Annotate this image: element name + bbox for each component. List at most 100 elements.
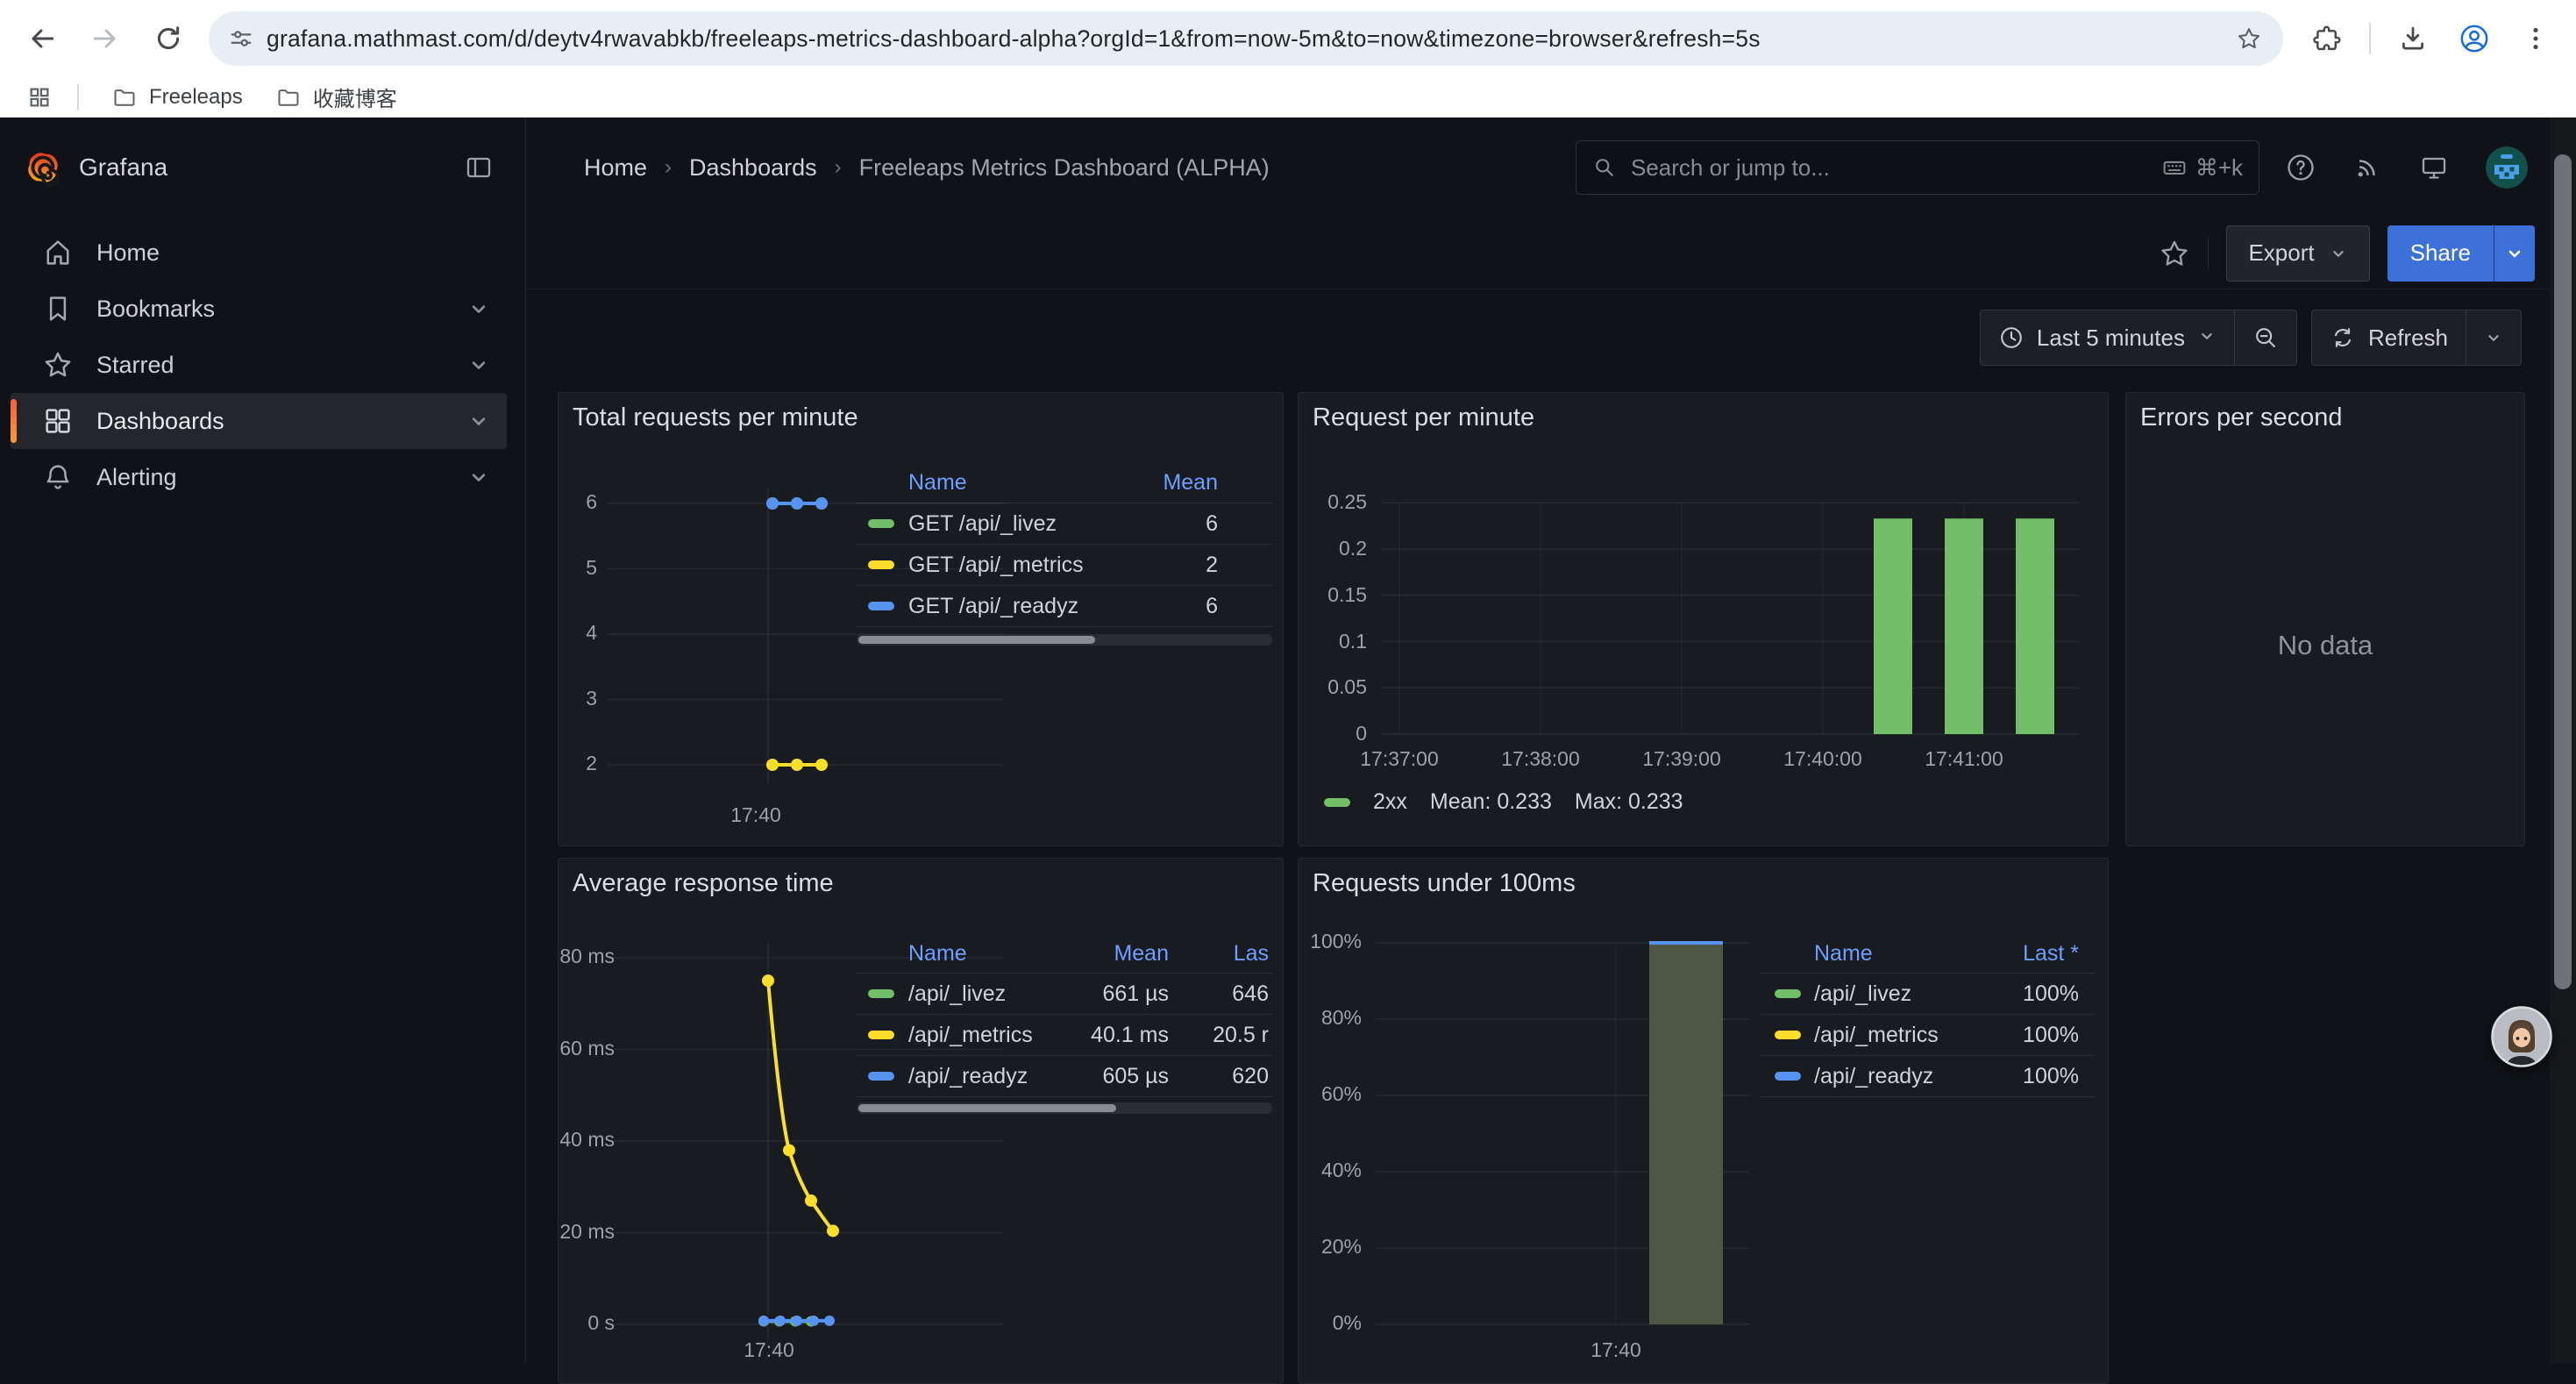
legend-value: 620 [1232,1059,1269,1094]
dashboard-toolbar: Export Share [526,218,2576,289]
legend-col[interactable]: Last * [2023,938,2079,969]
legend-series-name: /api/_metrics [1814,1017,1939,1052]
search-icon [1592,155,1617,180]
assistant-avatar[interactable] [2490,1005,2553,1068]
legend-col[interactable]: Las [1234,938,1269,969]
chart-request-per-minute[interactable]: 0.250.20.150.10.05017:37:0017:38:0017:39… [1299,393,2108,845]
legend-series-name: GET /api/_metrics [908,547,1084,582]
legend-item[interactable]: /api/_livez661 µs646 [857,976,1272,1011]
x-tick-label: 17:38:00 [1466,747,1615,771]
chevron-down-icon [466,409,491,433]
chevron-down-icon [2329,244,2348,263]
series-swatch [1775,1031,1801,1039]
bookmarks-divider [77,84,79,111]
chevron-down-icon [466,353,491,377]
legend-scrollbar[interactable] [857,634,1272,646]
sidebar-item-home[interactable]: Home [11,225,507,281]
export-button[interactable]: Export [2226,225,2369,282]
favorite-star-icon[interactable] [2159,238,2190,269]
legend-item[interactable]: GET /api/_readyz6 [857,589,1272,624]
legend-col-name[interactable]: Name [1814,938,1873,969]
panel-request-per-minute: Request per minute 0.250.20.150.10.05017… [1298,392,2109,846]
legend-separator [857,1055,1272,1056]
legend-separator [857,973,1272,974]
page-scrollbar[interactable] [2550,118,2576,1363]
y-tick-label: 0 [1299,722,1367,746]
legend-item-2xx[interactable]: 2xx Mean: 0.233 Max: 0.233 [1324,789,1683,815]
site-info-icon[interactable] [228,25,254,52]
legend-value: 100% [2023,976,2079,1011]
dock-sidebar-icon[interactable] [464,153,494,182]
refresh-button[interactable]: Refresh [2312,310,2466,365]
y-tick-label: 60 ms [559,1037,615,1060]
legend-col[interactable]: Mean [1163,467,1218,498]
legend-value: 40.1 ms [1091,1017,1169,1052]
help-icon[interactable] [2286,153,2316,182]
refresh-interval-dropdown[interactable] [2466,310,2521,365]
rss-icon[interactable] [2352,153,2382,182]
series-swatch [1775,1072,1801,1081]
legend-scrollbar[interactable] [857,1102,1272,1114]
forward-icon[interactable] [86,19,125,58]
back-icon[interactable] [23,19,61,58]
legend-series-name: /api/_livez [908,976,1006,1011]
breadcrumb-home[interactable]: Home [584,154,647,182]
profile-icon[interactable] [2455,19,2494,58]
downloads-icon[interactable] [2394,19,2432,58]
panel-total-requests-per-minute: Total requests per minute 6543217:40 Nam… [558,392,1284,846]
user-avatar[interactable] [2486,146,2528,189]
legend-item[interactable]: /api/_readyz605 µs620 [857,1059,1272,1094]
y-tick-label: 0.1 [1299,630,1367,653]
bookmark-folder-blogs[interactable]: 收藏博客 [276,82,397,112]
sidebar-item-dashboards[interactable]: Dashboards [11,393,507,449]
bookmark-star-icon[interactable] [2236,25,2262,52]
y-tick-label: 20 ms [559,1220,615,1244]
bookmark-icon [42,293,74,325]
legend-item[interactable]: GET /api/_metrics2 [857,547,1272,582]
panel-title[interactable]: Errors per second [2140,403,2343,432]
y-tick-label: 6 [559,490,597,514]
legend-item[interactable]: /api/_livez 100% [1761,976,2095,1011]
time-range-picker[interactable]: Last 5 minutes [1981,310,2234,365]
star-icon [42,349,74,381]
sidebar-item-bookmarks[interactable]: Bookmarks [11,281,507,337]
legend-item[interactable]: /api/_readyz100% [1761,1059,2095,1094]
legend-header: Name Mean Las [857,938,1272,969]
address-bar[interactable]: grafana.mathmast.com/d/deytv4rwavabkb/fr… [209,11,2283,66]
x-tick-label: 17:37:00 [1325,747,1474,771]
bookmark-folder-freeleaps[interactable]: Freeleaps [112,85,243,110]
grafana-header: Home › Dashboards › Freeleaps Metrics Da… [526,118,2576,218]
legend-col-name[interactable]: Name [908,938,967,969]
legend-col-name[interactable]: Name [908,467,967,498]
extensions-icon[interactable] [2308,19,2346,58]
apps-grid-icon[interactable] [26,84,53,111]
legend-series-name: /api/_metrics [908,1017,1033,1052]
menu-kebab-icon[interactable] [2516,19,2555,58]
legend-separator [857,544,1272,545]
legend-separator [857,585,1272,586]
legend-scrollbar-thumb[interactable] [858,636,1095,644]
zoom-out-button[interactable] [2235,310,2296,365]
search-input[interactable]: Search or jump to... ⌘+k [1576,140,2259,195]
share-button[interactable]: Share [2387,225,2494,282]
sidebar-item-starred[interactable]: Starred [11,337,507,393]
grafana-logo[interactable] [23,147,63,188]
breadcrumb-dashboards[interactable]: Dashboards [689,154,817,182]
monitor-icon[interactable] [2419,153,2449,182]
legend-series-name: /api/_livez [1814,976,1911,1011]
legend-separator [857,626,1272,627]
reload-icon[interactable] [149,19,188,58]
legend-item[interactable]: /api/_metrics40.1 ms20.5 r [857,1017,1272,1052]
legend-item[interactable]: GET /api/_livez6 [857,506,1272,541]
scrollbar-thumb[interactable] [2554,154,2572,989]
sidebar-item-alerting[interactable]: Alerting [11,449,507,505]
sidebar-item-label: Bookmarks [96,296,215,323]
legend-item[interactable]: /api/_metrics100% [1761,1017,2095,1052]
bookmarks-bar: Freeleaps 收藏博客 [0,77,2576,118]
folder-icon [276,85,301,110]
legend-scrollbar-thumb[interactable] [858,1104,1116,1112]
chevron-down-icon [2484,328,2503,347]
legend-col[interactable]: Mean [1114,938,1169,969]
share-dropdown-button[interactable] [2494,225,2535,282]
chevron-down-icon [466,296,491,321]
